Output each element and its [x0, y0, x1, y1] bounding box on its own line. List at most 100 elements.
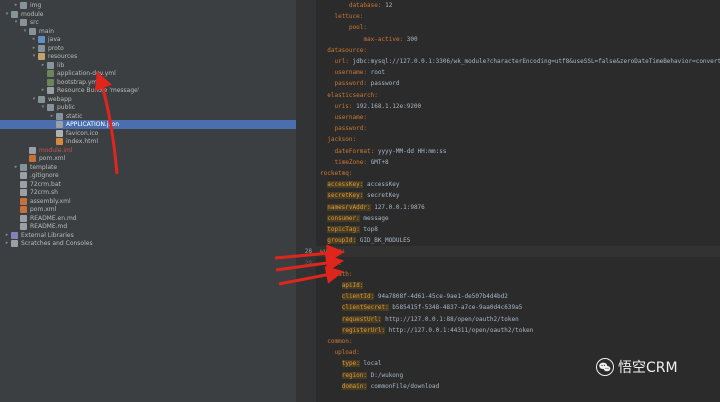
code-line: groupId: GID_BK_MODULES	[316, 235, 720, 246]
code-line: registerUrl: http://127.0.0.1:44311/open…	[316, 325, 720, 336]
code-line: rocketmq:	[316, 168, 720, 179]
folder-icon	[11, 10, 18, 18]
code-line: common:	[316, 336, 720, 347]
code-line: clientId: 94a7808f-4d61-45ce-9ae1-de507b…	[316, 291, 720, 302]
yaml-key: pool:	[348, 24, 368, 32]
library-icon	[11, 231, 18, 239]
yaml-key: password:	[334, 80, 367, 88]
wechat-logo-icon	[596, 358, 614, 376]
code-line: dateFormat: yyyy-MM-dd HH:mm:ss	[316, 146, 720, 157]
project-tree-panel: ▸ img ▾ module ▾ src ▾ main ▸ java ▸ proto ▾ resource…	[0, 0, 296, 402]
xml-file-icon	[20, 206, 27, 213]
yaml-value: local	[359, 360, 382, 368]
code-line: pool:	[316, 22, 720, 33]
yaml-value: root	[366, 69, 386, 77]
tree-item-label: Scratches and Consoles	[21, 240, 93, 247]
code-editor[interactable]: database: 12 lettuce: pool: max-active: 300…	[316, 0, 720, 402]
yaml-value: 127.0.0.1:9876	[370, 203, 425, 211]
code-line: max-active: 300	[316, 34, 720, 45]
code-line: jackson:	[316, 134, 720, 145]
yaml-key: lettuce:	[334, 13, 364, 21]
json-file-icon	[56, 121, 63, 128]
code-line: oath:	[316, 269, 720, 280]
code-line: domain: commonFile/download	[316, 381, 720, 392]
folder-icon	[38, 44, 45, 52]
folder-icon	[29, 27, 36, 35]
yaml-key: clientSecret:	[341, 304, 389, 312]
yaml-key: apiId:	[341, 282, 364, 289]
yaml-key: url:	[334, 58, 349, 65]
yaml-key: registerUrl:	[341, 326, 386, 334]
code-line: ias:	[316, 258, 720, 269]
yaml-key: database:	[348, 2, 382, 9]
folder-icon	[56, 112, 63, 120]
yaml-key: max-active:	[363, 35, 404, 43]
markdown-file-icon	[20, 223, 27, 230]
yaml-key: username:	[334, 69, 367, 77]
yaml-key: elasticsearch:	[327, 91, 378, 99]
module-file-icon	[29, 146, 36, 154]
watermark: 悟空CRM	[596, 356, 678, 378]
yaml-value: jdbc:mysql://127.0.0.1:3306/wk_module?ch…	[348, 58, 720, 65]
code-line: elasticsearch:	[316, 90, 720, 101]
yaml-value: 300	[403, 35, 418, 43]
line-number: 28	[304, 248, 312, 256]
code-line: url: jdbc:mysql://127.0.0.1:3306/wk_modu…	[316, 56, 720, 67]
tree-item[interactable]: ▸ Scratches and Consoles	[0, 239, 296, 248]
yaml-value: top8	[359, 226, 378, 233]
yaml-key: ias:	[327, 259, 342, 267]
yaml-value: 12	[381, 2, 393, 9]
xml-file-icon	[20, 197, 27, 205]
yaml-key: clientId:	[341, 293, 375, 301]
yaml-key: jackson:	[327, 136, 357, 144]
editor-gutter: 28 29	[296, 0, 316, 402]
yaml-value: GMT+8	[366, 158, 389, 166]
yaml-value: message	[359, 214, 389, 222]
code-line: timeZone: GMT+8	[316, 157, 720, 168]
code-line: consumer: message	[316, 213, 720, 224]
yaml-value: 94a7808f-4d61-45ce-9ae1-de507b4d4bd2	[374, 293, 508, 301]
image-file-icon	[56, 129, 63, 137]
text-file-icon	[20, 180, 27, 188]
folder-icon	[20, 19, 27, 26]
watermark-text: 悟空CRM	[618, 360, 678, 376]
chevron-right-icon[interactable]: ▸	[4, 239, 10, 248]
code-line: wukong:	[316, 246, 720, 258]
yaml-value: GID_BK_MODULES	[356, 237, 411, 245]
resources-folder-icon	[38, 53, 45, 60]
text-file-icon	[20, 172, 27, 179]
scratches-icon	[11, 240, 18, 247]
yaml-key: common:	[327, 338, 353, 345]
code-line: clientSecret: b585415f-5348-4837-a7ce-9a…	[316, 302, 720, 313]
yaml-key: secretKey:	[327, 192, 364, 200]
yaml-value: commonFile/download	[367, 382, 440, 390]
yaml-value: b585415f-5348-4837-a7ce-9aa0d4c639a5	[388, 304, 523, 312]
yaml-key: upload:	[334, 349, 360, 357]
yaml-key: uris:	[334, 102, 353, 110]
yaml-value: 192.168.1.12e:9200	[352, 102, 422, 110]
xml-file-icon	[29, 155, 36, 162]
source-folder-icon	[38, 36, 45, 43]
yaml-value: password	[366, 80, 400, 88]
yaml-key: rocketmq:	[320, 170, 353, 177]
yaml-key: namesrvAddr:	[327, 203, 371, 211]
code-line: username:	[316, 112, 720, 123]
yaml-key: requestUrl:	[341, 315, 382, 323]
yaml-key: domain:	[341, 382, 368, 390]
yaml-value: yyyy-MM-dd HH:mm:ss	[374, 147, 447, 155]
html-file-icon	[56, 138, 63, 145]
code-line: username: root	[316, 67, 720, 78]
markdown-file-icon	[20, 214, 27, 222]
yaml-key: topicTag:	[327, 226, 360, 233]
yaml-key: consumer:	[327, 214, 360, 222]
folder-icon	[20, 163, 27, 171]
code-line: apiId:	[316, 280, 720, 291]
folder-icon	[47, 61, 54, 69]
folder-icon	[38, 95, 45, 103]
folder-icon	[20, 2, 27, 9]
yaml-value: http://127.0.0.1:44311/open/oauth2/token	[385, 326, 534, 334]
code-line: accessKey: accessKey	[316, 179, 720, 190]
yaml-key: oath:	[334, 270, 353, 278]
folder-icon	[47, 104, 54, 111]
yaml-value: http://127.0.0.1:88/open/oauth2/token	[381, 315, 519, 323]
